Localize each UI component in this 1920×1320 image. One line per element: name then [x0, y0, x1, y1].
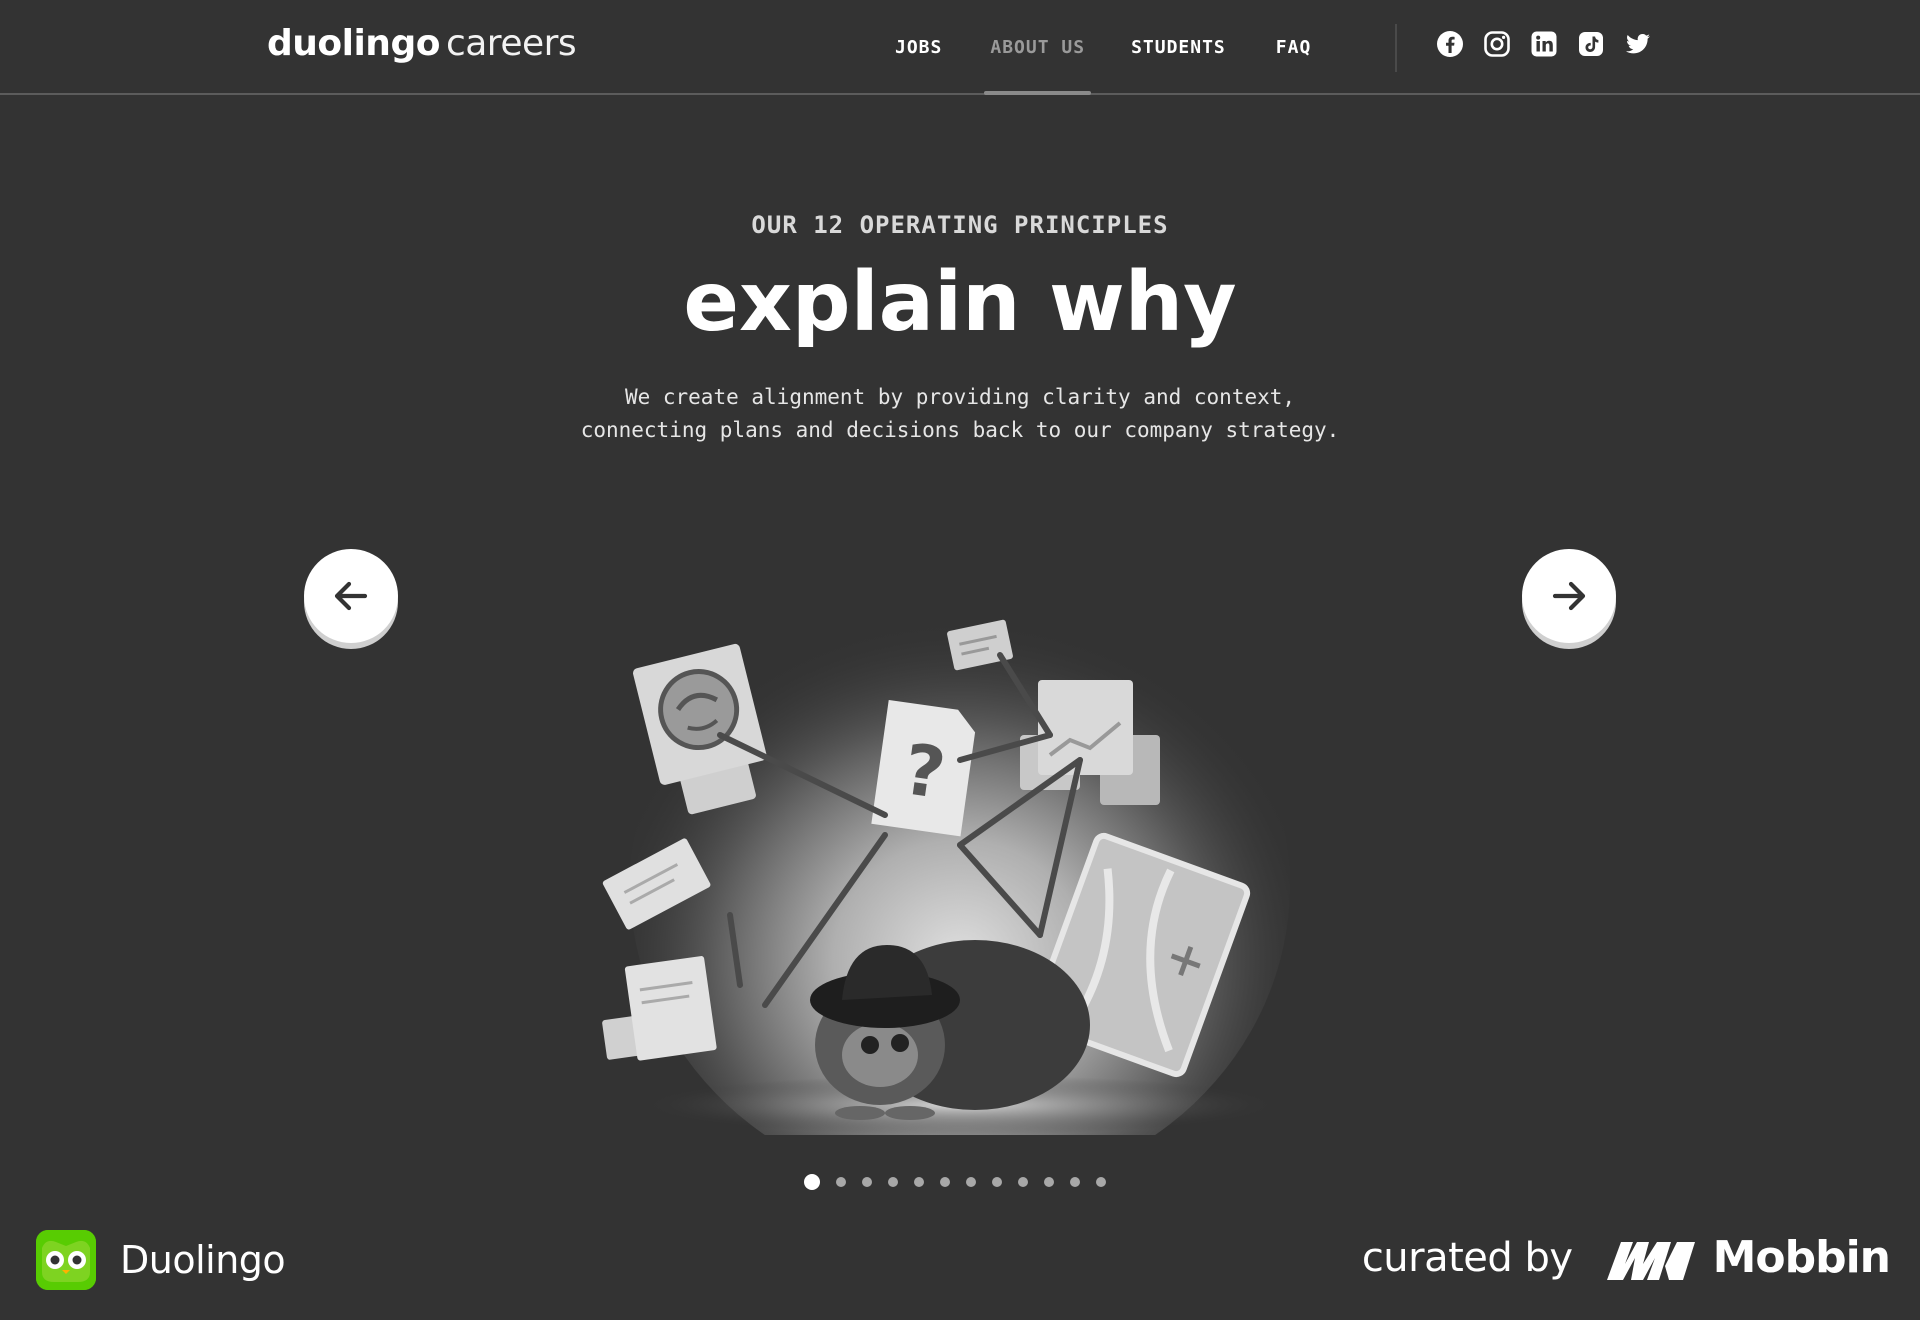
brand-suffix: careers	[445, 23, 577, 64]
pagination-dot[interactable]	[1070, 1177, 1080, 1187]
curator-name: Mobbin	[1712, 1232, 1891, 1283]
pagination-dot[interactable]	[804, 1174, 820, 1190]
pagination-dot[interactable]	[1018, 1177, 1028, 1187]
nav-faq[interactable]: FAQ	[1276, 0, 1312, 95]
pagination-dot[interactable]	[914, 1177, 924, 1187]
brand-name: duolingo	[267, 23, 440, 64]
detective-owl-illustration: ?	[580, 585, 1340, 1135]
brand-logo[interactable]: duolingo careers	[267, 20, 577, 68]
linkedin-icon[interactable]	[1530, 30, 1558, 58]
nav-jobs[interactable]: JOBS	[895, 0, 942, 95]
instagram-icon[interactable]	[1483, 30, 1511, 58]
tiktok-icon[interactable]	[1577, 30, 1605, 58]
duolingo-app-icon	[36, 1230, 96, 1290]
facebook-icon[interactable]	[1436, 30, 1464, 58]
app-attribution: Duolingo	[36, 1230, 286, 1290]
pagination-dot[interactable]	[966, 1177, 976, 1187]
pagination-dot[interactable]	[1096, 1177, 1106, 1187]
pagination-dot[interactable]	[888, 1177, 898, 1187]
principle-description: We create alignment by providing clarity…	[560, 381, 1360, 447]
nav-about-us[interactable]: ABOUT US	[984, 0, 1091, 95]
previous-slide-button[interactable]	[304, 549, 398, 643]
pagination-dot[interactable]	[836, 1177, 846, 1187]
twitter-icon[interactable]	[1624, 30, 1652, 58]
pagination-dot[interactable]	[862, 1177, 872, 1187]
curated-by: curated by Mobbin	[1361, 1232, 1891, 1283]
pagination-dot[interactable]	[992, 1177, 1002, 1187]
arrow-left-icon	[334, 581, 368, 611]
mobbin-logo-icon	[1606, 1236, 1695, 1280]
social-links	[1436, 30, 1652, 58]
nav-divider	[1395, 24, 1397, 72]
main-nav: JOBS ABOUT US STUDENTS FAQ	[871, 0, 1311, 95]
section-eyebrow: OUR 12 OPERATING PRINCIPLES	[751, 211, 1169, 239]
carousel-pagination	[804, 1174, 1106, 1190]
arrow-right-icon	[1552, 581, 1586, 611]
pagination-dot[interactable]	[1044, 1177, 1054, 1187]
app-name: Duolingo	[120, 1238, 286, 1282]
site-header: duolingo careers JOBS ABOUT US STUDENTS F…	[0, 0, 1920, 95]
nav-students[interactable]: STUDENTS	[1131, 0, 1226, 95]
principle-title: explain why	[683, 255, 1237, 350]
pagination-dot[interactable]	[940, 1177, 950, 1187]
description-line: connecting plans and decisions back to o…	[580, 418, 1340, 442]
curated-by-label: curated by	[1361, 1234, 1573, 1281]
next-slide-button[interactable]	[1522, 549, 1616, 643]
description-line: We create alignment by providing clarity…	[624, 385, 1296, 409]
